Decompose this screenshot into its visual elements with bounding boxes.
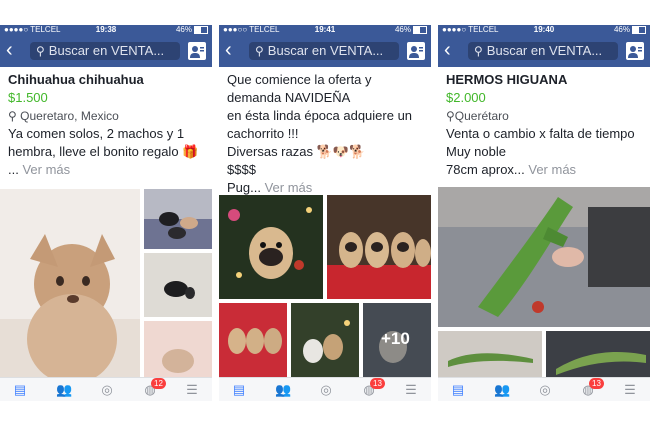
- photo-puppies-toys[interactable]: [291, 303, 359, 377]
- menu-icon[interactable]: ☰: [403, 382, 419, 398]
- listing-desc-line: cachorrito !!!: [227, 126, 299, 141]
- photo-iguana-close[interactable]: [546, 331, 650, 377]
- status-bar: ●●●○○ TELCEL 19:41 46%: [219, 25, 431, 35]
- search-icon: ⚲: [474, 44, 483, 58]
- battery-icon: [632, 25, 646, 34]
- listing-desc-line: Ya comen solos, 2 machos y 1: [8, 126, 185, 141]
- photo-iguana-main[interactable]: [438, 187, 650, 327]
- tab-bar: ▤ 👥 ◎ ◍ 12 ☰: [0, 377, 212, 401]
- menu-icon[interactable]: ☰: [622, 382, 638, 398]
- photo-grid: +10: [219, 195, 431, 377]
- listing-title[interactable]: Chihuahua chihuahua: [8, 71, 208, 89]
- globe-icon[interactable]: ◍ 12: [142, 378, 166, 398]
- see-more-link[interactable]: Ver más: [528, 162, 576, 177]
- search-placeholder: Buscar en VENTA...: [267, 43, 384, 58]
- back-arrow-icon[interactable]: ‹: [444, 39, 451, 61]
- friends-icon[interactable]: 👥: [275, 382, 291, 398]
- nav-bar: ‹ ⚲ Buscar en VENTA...: [219, 35, 431, 67]
- globe-icon[interactable]: ◍ 13: [361, 378, 385, 398]
- listing-desc-line: Muy noble: [446, 144, 506, 159]
- news-feed-icon[interactable]: ▤: [450, 382, 466, 398]
- search-input[interactable]: ⚲ Buscar en VENTA...: [30, 42, 180, 60]
- battery-indicator: 46%: [614, 25, 646, 35]
- search-input[interactable]: ⚲ Buscar en VENTA...: [468, 42, 618, 60]
- see-more-link[interactable]: Ver más: [22, 162, 70, 177]
- status-bar: ●●●●○ TELCEL 19:40 46%: [438, 25, 650, 35]
- photo-puppies-bed[interactable]: [144, 189, 212, 249]
- listing-desc-line: Que comience la oferta y: [227, 72, 372, 87]
- listing-location: ⚲Querétaro: [446, 109, 509, 123]
- messenger-icon[interactable]: ◎: [99, 382, 115, 398]
- battery-label: 46%: [394, 25, 411, 34]
- nav-bar: ‹ ⚲ Buscar en VENTA...: [0, 35, 212, 67]
- notification-badge: 13: [589, 378, 604, 389]
- post-text: Chihuahua chihuahua $1.500 ⚲ Queretaro, …: [8, 71, 208, 179]
- messenger-icon[interactable]: ◎: [318, 382, 334, 398]
- panel-pugs: ●●●○○ TELCEL 19:41 46% ‹ ⚲ Buscar en VENT…: [219, 25, 431, 401]
- panel-chihuahua: ●●●●○ TELCEL 19:38 46% ‹ ⚲ Buscar en VENT…: [0, 25, 212, 401]
- search-icon: ⚲: [255, 44, 264, 58]
- friend-requests-icon[interactable]: [626, 42, 644, 60]
- post-text: Que comience la oferta y demanda NAVIDEÑ…: [227, 71, 427, 197]
- listing-desc-line: $$$$: [227, 162, 256, 177]
- news-feed-icon[interactable]: ▤: [231, 382, 247, 398]
- tab-bar: ▤ 👥 ◎ ◍ 13 ☰: [438, 377, 650, 401]
- search-placeholder: Buscar en VENTA...: [48, 43, 165, 58]
- friend-requests-icon[interactable]: [407, 42, 425, 60]
- photo-pugs-blanket[interactable]: [219, 303, 287, 377]
- listing-desc-line: Venta o cambio x falta de tiempo: [446, 126, 635, 141]
- search-placeholder: Buscar en VENTA...: [486, 43, 603, 58]
- photo-puppy-floor[interactable]: [144, 253, 212, 317]
- friends-icon[interactable]: 👥: [56, 382, 72, 398]
- photo-iguana-floor[interactable]: [438, 331, 542, 377]
- listing-title[interactable]: HERMOS HIGUANA: [446, 71, 646, 89]
- listing-desc-line: ... Ver más: [8, 162, 71, 177]
- globe-icon[interactable]: ◍ 13: [580, 378, 604, 398]
- photo-grid: [438, 187, 650, 377]
- location-pin-icon: ⚲: [446, 109, 455, 123]
- battery-indicator: 46%: [395, 25, 427, 35]
- photo-chihuahua-main[interactable]: [0, 189, 140, 377]
- see-more-link[interactable]: Ver más: [265, 180, 313, 195]
- status-bar: ●●●●○ TELCEL 19:38 46%: [0, 25, 212, 35]
- back-arrow-icon[interactable]: ‹: [6, 39, 13, 61]
- photo-puppy-pink[interactable]: [144, 321, 212, 377]
- back-arrow-icon[interactable]: ‹: [225, 39, 232, 61]
- battery-icon: [194, 25, 208, 34]
- menu-icon[interactable]: ☰: [184, 382, 200, 398]
- listing-location: ⚲ Queretaro, Mexico: [8, 109, 119, 123]
- listing-desc-line: en ésta linda época adquiere un: [227, 108, 413, 123]
- listing-desc-line: demanda NAVIDEÑA: [227, 90, 351, 105]
- photo-pugs-row[interactable]: [327, 195, 431, 299]
- nav-bar: ‹ ⚲ Buscar en VENTA...: [438, 35, 650, 67]
- messenger-icon[interactable]: ◎: [537, 382, 553, 398]
- photo-pug-tree[interactable]: [219, 195, 323, 299]
- notification-badge: 13: [370, 378, 385, 389]
- photo-more-overlay[interactable]: +10: [363, 303, 431, 377]
- location-pin-icon: ⚲: [8, 109, 17, 123]
- battery-indicator: 46%: [176, 25, 208, 35]
- listing-desc-line: hembra, lleve el bonito regalo 🎁: [8, 144, 199, 159]
- listing-price: $1.500: [8, 90, 48, 105]
- battery-label: 46%: [175, 25, 192, 34]
- more-photos-count: +10: [381, 329, 410, 348]
- battery-icon: [413, 25, 427, 34]
- post-text: HERMOS HIGUANA $2.000 ⚲Querétaro Venta o…: [446, 71, 646, 179]
- listing-desc-line: 78cm aprox... Ver más: [446, 162, 577, 177]
- listing-price: $2.000: [446, 90, 486, 105]
- search-input[interactable]: ⚲ Buscar en VENTA...: [249, 42, 399, 60]
- friend-requests-icon[interactable]: [188, 42, 206, 60]
- friends-icon[interactable]: 👥: [494, 382, 510, 398]
- panel-iguana: ●●●●○ TELCEL 19:40 46% ‹ ⚲ Buscar en VENT…: [438, 25, 650, 401]
- listing-desc-line: Diversas razas 🐕🐶🐕: [227, 144, 366, 159]
- tab-bar: ▤ 👥 ◎ ◍ 13 ☰: [219, 377, 431, 401]
- notification-badge: 12: [151, 378, 166, 389]
- search-icon: ⚲: [36, 44, 45, 58]
- photo-grid: [0, 189, 212, 377]
- battery-label: 46%: [613, 25, 630, 34]
- news-feed-icon[interactable]: ▤: [12, 382, 28, 398]
